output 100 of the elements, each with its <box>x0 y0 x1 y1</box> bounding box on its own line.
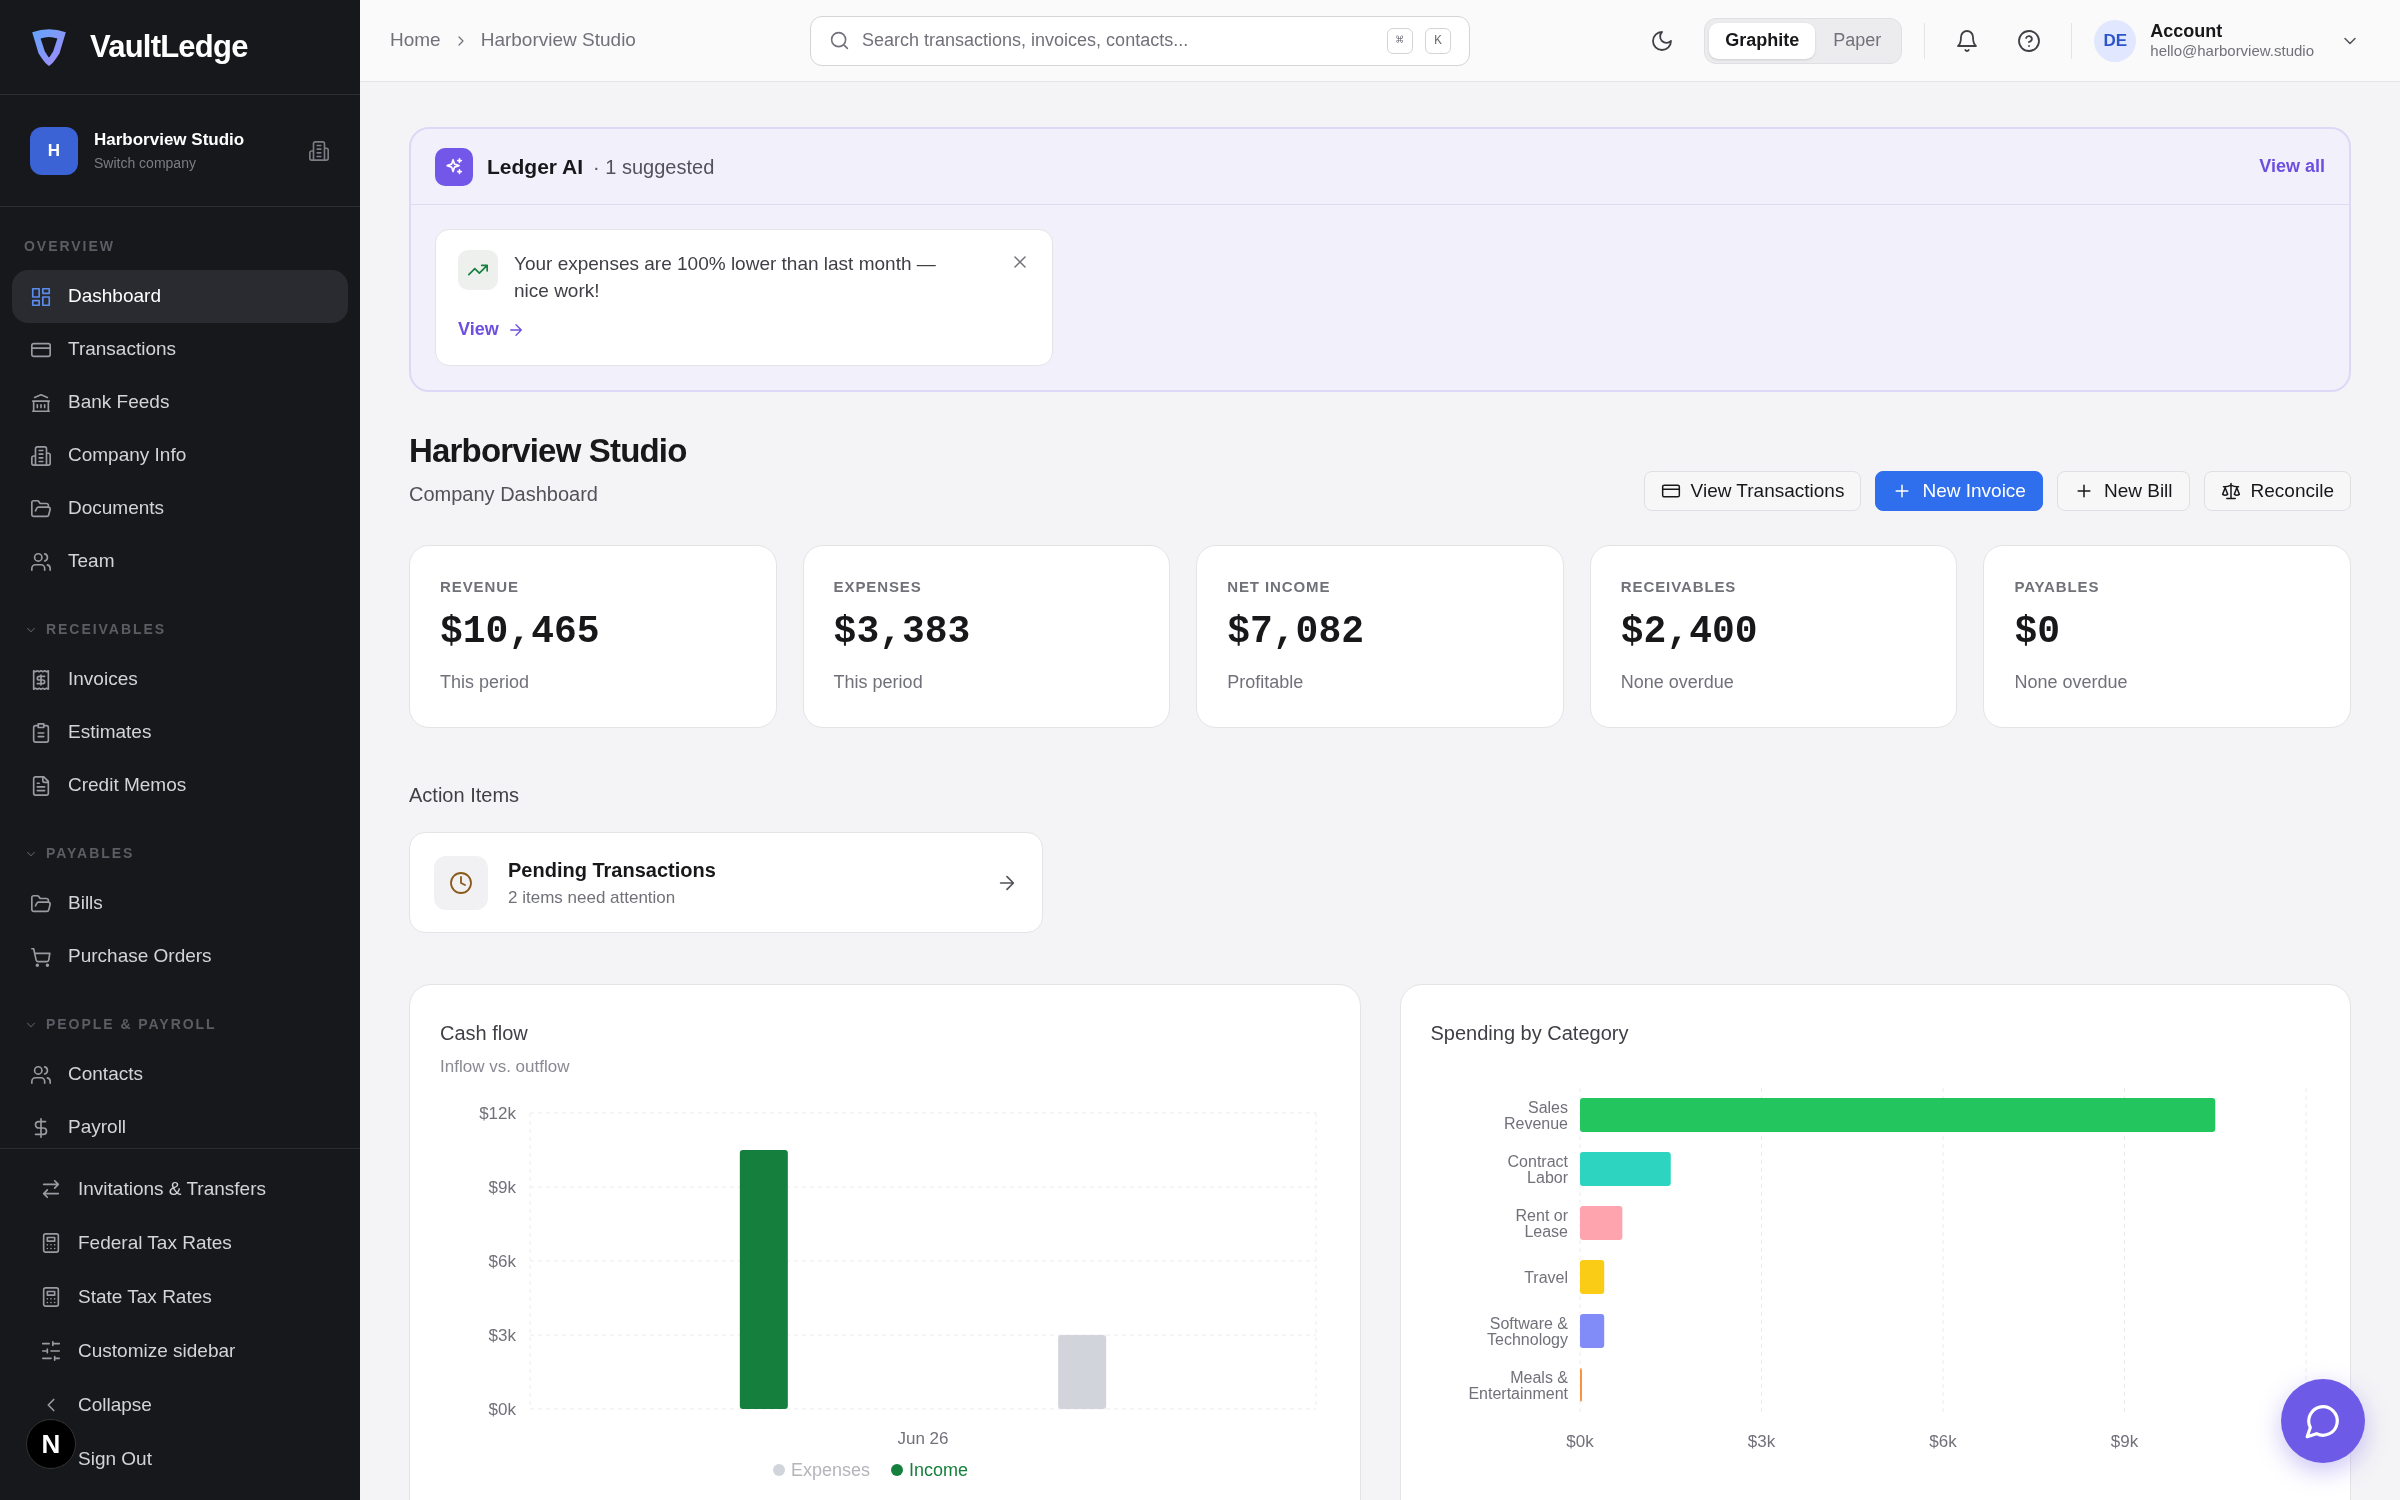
folder-icon <box>30 497 52 520</box>
grid-icon <box>30 285 52 308</box>
nav-item[interactable]: Payroll <box>12 1101 348 1148</box>
stat-label: REVENUE <box>440 577 520 597</box>
card-icon <box>1660 481 1681 501</box>
stat-label: EXPENSES <box>833 577 923 597</box>
breadcrumb-link[interactable]: Home <box>390 26 441 55</box>
stat-value: $10,465 <box>440 612 601 651</box>
search-field[interactable]: Search transactions, invoices, contacts... <box>862 27 1375 54</box>
suggestion-text: Your expenses are 100% lower than last month — nice work! <box>514 252 937 303</box>
stat-value: $2,400 <box>1620 612 1759 651</box>
stat-label: PAYABLES <box>2014 577 2101 597</box>
nav-item[interactable]: Dashboard <box>12 270 348 323</box>
bar <box>1579 1314 1604 1348</box>
help-icon <box>2017 28 2042 53</box>
footer-nav-item[interactable]: Sign Out <box>78 1432 152 1486</box>
stat-note: Profitable <box>1227 670 1305 694</box>
footer-nav-item[interactable]: Customize sidebar <box>40 1324 236 1378</box>
axis-label: $9k <box>488 1177 516 1197</box>
section-header: OVERVIEW <box>23 237 116 256</box>
building-icon[interactable] <box>308 139 330 162</box>
suggestion-count: · 1 suggested <box>593 154 716 180</box>
scale-icon <box>2220 481 2241 501</box>
company-avatar: H <box>30 126 78 175</box>
nav-item[interactable]: Contacts <box>12 1048 348 1101</box>
page-subtitle: Company Dashboard <box>409 482 599 507</box>
clipboard-icon <box>30 721 52 744</box>
account-avatar[interactable]: DE <box>2094 19 2137 62</box>
action-item-title: Pending Transactions <box>508 857 717 883</box>
view-all-link[interactable]: View all <box>2259 153 2325 180</box>
shortcut-key: ⌘ <box>1387 27 1413 54</box>
brand-name: VaultLedge <box>90 27 248 66</box>
chart-subtitle: Inflow vs. outflow <box>440 1056 571 1078</box>
users-icon <box>30 550 52 573</box>
bar <box>1579 1368 1582 1402</box>
search-bar[interactable]: Search transactions, invoices, contacts... ⌘ K <box>810 15 1470 66</box>
chart-title: Spending by Category <box>1430 1021 1630 1046</box>
stat-value: $7,082 <box>1227 612 1365 651</box>
section-title: Action Items <box>409 783 521 808</box>
stat-note: This period <box>833 670 924 694</box>
category-label: Meals & Entertainment <box>1467 1369 1568 1402</box>
axis-label: $0k <box>488 1399 516 1419</box>
legend-label: Expenses <box>791 1459 871 1480</box>
nav-item[interactable]: Team <box>12 535 348 588</box>
theme-tab[interactable]: Paper <box>1817 22 1898 59</box>
category-label: Contract Labor <box>1507 1153 1568 1186</box>
chat-icon <box>2304 1402 2342 1440</box>
breadcrumb-link[interactable]: Harborview Studio <box>480 26 636 55</box>
stat-note: None overdue <box>1620 670 1735 694</box>
legend-label: Income <box>909 1459 969 1480</box>
page-title: Harborview Studio <box>409 434 687 467</box>
cart-icon <box>30 945 52 968</box>
action-item-subtitle: 2 items need attention <box>508 886 677 909</box>
account-email: hello@harborview.studio <box>2150 42 2314 62</box>
bar <box>1579 1206 1622 1240</box>
nav-item[interactable]: Transactions <box>12 323 348 376</box>
document-icon <box>30 774 52 797</box>
nav-item[interactable]: Bills <box>12 877 348 930</box>
axis-label: Jun 26 <box>897 1428 949 1448</box>
nav-item[interactable]: Invoices <box>12 653 348 706</box>
axis-label: $0k <box>1565 1432 1594 1451</box>
panel-title: Ledger AI <box>487 153 584 180</box>
footer-nav-item[interactable]: Invitations & Transfers <box>40 1162 266 1216</box>
clock-icon <box>449 870 473 895</box>
axis-label: $9k <box>2110 1432 2138 1451</box>
legend-item: Income <box>891 1459 969 1480</box>
action-button[interactable]: Reconcile <box>2203 471 2351 511</box>
axis-label: $3k <box>488 1325 516 1345</box>
moon-icon <box>1650 28 1675 53</box>
stat-label: RECEIVABLES <box>1620 577 1738 597</box>
stat-value: $3,383 <box>833 612 972 651</box>
action-button[interactable]: New Bill <box>2056 471 2190 511</box>
action-button[interactable]: New Invoice <box>1875 471 2043 511</box>
search-icon <box>829 30 850 51</box>
swap-arrows-icon <box>40 1178 62 1200</box>
category-label: Travel <box>1523 1269 1568 1286</box>
switch-company-link[interactable]: Switch company <box>94 152 292 174</box>
receipt-icon <box>30 668 52 691</box>
calculator-icon <box>40 1286 62 1308</box>
footer-nav-item[interactable]: Federal Tax Rates <box>40 1216 232 1270</box>
view-link[interactable]: View <box>458 316 525 343</box>
axis-label: $12k <box>479 1103 516 1123</box>
stat-label: NET INCOME <box>1227 577 1332 597</box>
nav-item[interactable]: Documents <box>12 482 348 535</box>
nav-item[interactable]: Estimates <box>12 706 348 759</box>
axis-label: $6k <box>1928 1432 1957 1451</box>
theme-tab[interactable]: Graphite <box>1709 22 1816 59</box>
notification-icon <box>1955 28 1980 53</box>
shortcut-key: K <box>1425 27 1451 54</box>
dev-badge[interactable]: N <box>26 1419 76 1469</box>
nav-item[interactable]: Bank Feeds <box>12 376 348 429</box>
nav-item[interactable]: Credit Memos <box>12 759 348 812</box>
bank-icon <box>30 391 52 414</box>
action-button[interactable]: View Transactions <box>1643 471 1862 511</box>
action-item-card[interactable]: Pending Transactions 2 items need attention <box>409 832 1043 933</box>
stat-note: This period <box>440 670 531 694</box>
footer-nav-item[interactable]: State Tax Rates <box>40 1270 212 1324</box>
nav-item[interactable]: Company Info <box>12 429 348 482</box>
account-name: Account <box>2150 19 2224 43</box>
nav-item[interactable]: Purchase Orders <box>12 930 348 983</box>
